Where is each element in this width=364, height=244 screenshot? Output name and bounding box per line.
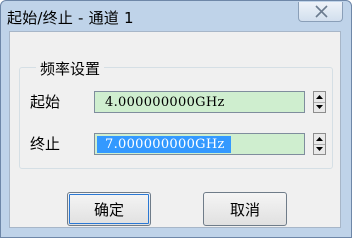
stop-label: 终止 (30, 135, 61, 153)
cancel-button[interactable]: 取消 (203, 192, 287, 226)
arrow-down-icon (316, 147, 323, 151)
arrow-up-icon (316, 95, 323, 99)
stop-frequency-input[interactable]: 7.000000000GHz (94, 133, 305, 155)
stop-frequency-spinner[interactable] (313, 133, 326, 155)
start-frequency-value: 4.000000000GHz (105, 94, 225, 110)
arrow-down-icon (316, 105, 323, 109)
start-frequency-spinner[interactable] (313, 91, 326, 113)
arrow-up-icon (316, 137, 323, 141)
spin-down-button[interactable] (314, 102, 325, 112)
close-button[interactable] (298, 2, 343, 22)
close-icon (315, 5, 328, 18)
start-label: 起始 (30, 93, 61, 111)
spin-down-button[interactable] (314, 144, 325, 154)
window-title: 起始/终止 - 通道 1 (7, 9, 134, 27)
group-label: 频率设置 (36, 58, 105, 79)
ok-button[interactable]: 确定 (67, 192, 151, 226)
start-frequency-input[interactable]: 4.000000000GHz (94, 91, 305, 113)
stop-frequency-value: 7.000000000GHz (97, 135, 231, 153)
